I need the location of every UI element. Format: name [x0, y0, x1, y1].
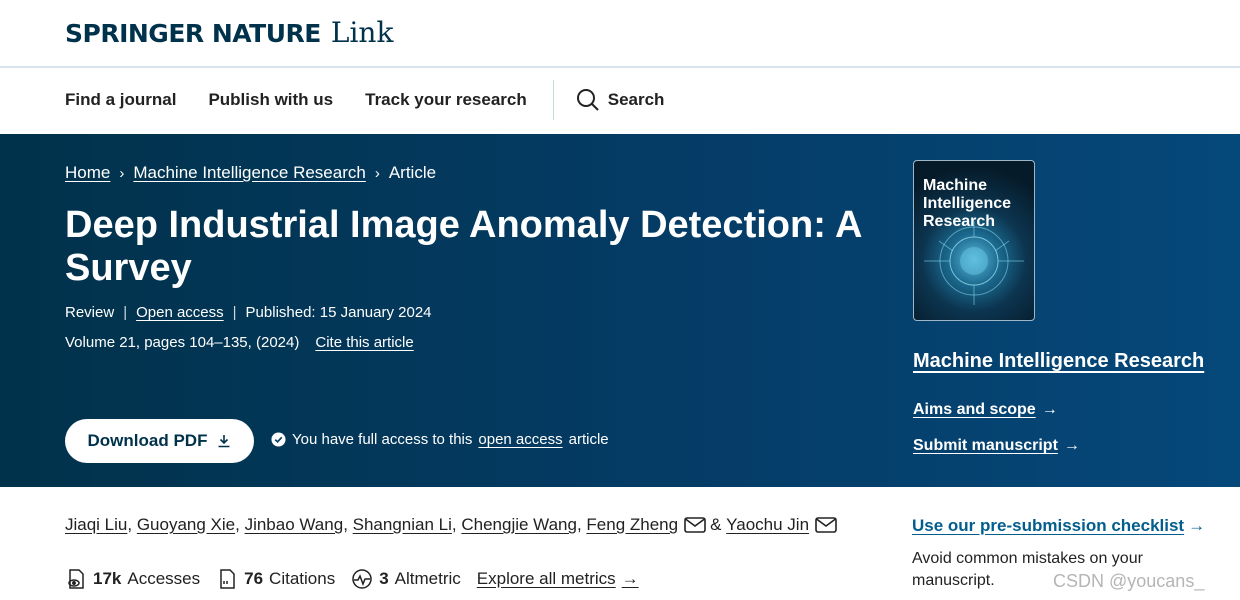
journal-cover[interactable]: Machine Intelligence Research [913, 160, 1035, 321]
search-button[interactable]: Search [576, 88, 665, 112]
arrow-right-icon: → [1041, 401, 1058, 418]
article-title: Deep Industrial Image Anomaly Detection:… [65, 204, 862, 289]
explore-metrics-label: Explore all metrics [476, 569, 616, 588]
header-bar: SPRINGER NATURE Link [0, 0, 1240, 68]
arrow-right-icon: → [621, 569, 639, 588]
download-pdf-button[interactable]: Download PDF [65, 419, 254, 463]
nav-track-research[interactable]: Track your research [365, 90, 527, 110]
accesses-metric: 17k Accesses [65, 568, 200, 590]
altmetric-icon [352, 569, 372, 589]
article-hero: Home › Machine Intelligence Research › A… [0, 134, 1240, 487]
aims-scope-label: Aims and scope [913, 401, 1036, 418]
search-label: Search [607, 90, 665, 109]
breadcrumb: Home › Machine Intelligence Research › A… [65, 163, 436, 183]
accesses-icon [68, 569, 84, 589]
access-open-access-link[interactable]: open access [478, 431, 562, 448]
search-icon [576, 89, 599, 111]
open-access-link[interactable]: Open access [136, 304, 224, 321]
chevron-right-icon: › [374, 164, 380, 182]
check-circle-icon [271, 432, 286, 447]
logo-product: Link [330, 16, 394, 49]
nav-find-journal[interactable]: Find a journal [65, 90, 176, 110]
submit-manuscript-link[interactable]: Submit manuscript → [913, 437, 1080, 455]
springer-nature-link-logo[interactable]: SPRINGER NATURE Link [65, 16, 393, 49]
article-type: Review [65, 304, 115, 321]
accesses-value: 17k [93, 569, 122, 588]
main-nav: Find a journal Publish with us Track you… [0, 68, 1240, 132]
author-link[interactable]: Yaochu Jin [726, 515, 809, 535]
article-metrics: 17k Accesses 76 Citations 3 Altmetric Ex… [65, 568, 639, 590]
breadcrumb-home[interactable]: Home [65, 163, 110, 183]
access-prefix: You have full access to this [292, 431, 473, 448]
nav-publish[interactable]: Publish with us [208, 90, 333, 110]
accesses-label: Accesses [127, 569, 201, 588]
author-list: Jiaqi Liu, Guoyang Xie, Jinbao Wang, Sha… [65, 515, 841, 535]
divider: | [123, 304, 128, 321]
divider: | [232, 304, 237, 321]
submit-manuscript-label: Submit manuscript [913, 437, 1058, 454]
citations-metric: 76 Citations [216, 568, 335, 590]
chevron-right-icon: › [119, 164, 125, 182]
checklist-label: Use our pre-submission checklist [912, 516, 1185, 535]
altmetric-value: 3 [379, 569, 389, 588]
published-date: Published: 15 January 2024 [245, 304, 432, 321]
circuit-graphic-icon [924, 221, 1024, 305]
article-meta: Review | Open access | Published: 15 Jan… [65, 304, 432, 321]
aims-scope-link[interactable]: Aims and scope → [913, 401, 1058, 419]
author-link[interactable]: Shangnian Li [353, 515, 452, 535]
article-volume-row: Volume 21, pages 104–135, (2024) Cite th… [65, 334, 414, 351]
access-notice: You have full access to this open access… [271, 431, 609, 448]
journal-name-link[interactable]: Machine Intelligence Research [913, 350, 1204, 373]
author-link[interactable]: Chengjie Wang [461, 515, 577, 535]
nav-divider [552, 80, 554, 120]
arrow-right-icon: → [1188, 516, 1206, 535]
citations-value: 76 [244, 569, 264, 588]
author-link[interactable]: Jiaqi Liu [65, 515, 127, 535]
citations-icon [220, 569, 235, 589]
access-suffix: article [568, 431, 609, 448]
citations-label: Citations [269, 569, 336, 588]
cite-article-link[interactable]: Cite this article [315, 334, 413, 351]
pre-submission-checklist-link[interactable]: Use our pre-submission checklist → [912, 516, 1205, 536]
download-icon [218, 435, 230, 448]
watermark: CSDN @youcans_ [1053, 571, 1205, 591]
breadcrumb-current: Article [388, 163, 437, 182]
volume-info: Volume 21, pages 104–135, (2024) [65, 334, 300, 351]
arrow-right-icon: → [1063, 437, 1080, 454]
mail-icon[interactable] [684, 517, 706, 533]
altmetric-label: Altmetric [394, 569, 461, 588]
download-pdf-label: Download PDF [87, 431, 208, 450]
altmetric-metric: 3 Altmetric [351, 568, 461, 590]
logo-brand: SPRINGER NATURE [65, 19, 321, 48]
author-link[interactable]: Guoyang Xie [137, 515, 235, 535]
author-link[interactable]: Jinbao Wang [245, 515, 344, 535]
explore-metrics-link[interactable]: Explore all metrics → [477, 569, 639, 589]
mail-icon[interactable] [815, 517, 837, 533]
breadcrumb-journal[interactable]: Machine Intelligence Research [133, 163, 365, 183]
author-link[interactable]: Feng Zheng [586, 515, 678, 535]
